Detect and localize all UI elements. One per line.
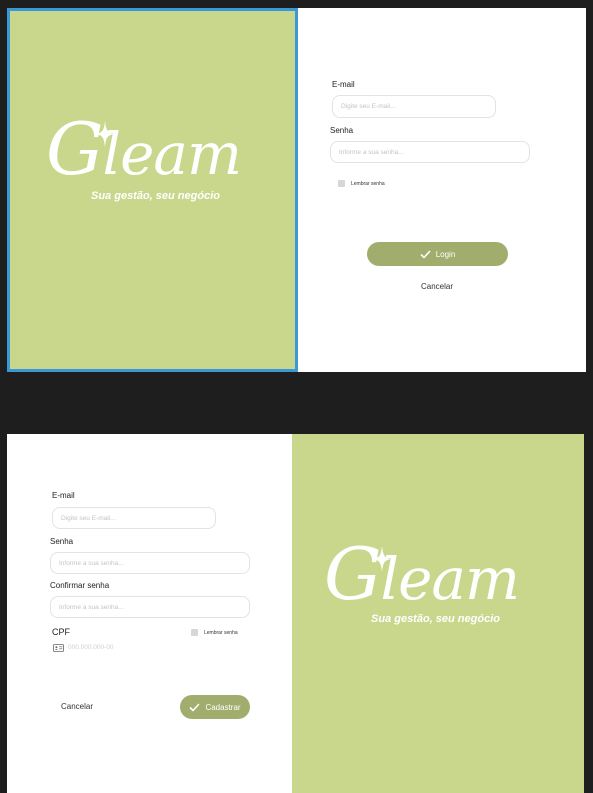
check-icon	[420, 249, 431, 259]
confirm-password-input[interactable]	[50, 596, 250, 618]
register-button[interactable]: Cadastrar	[180, 695, 250, 719]
check-icon	[189, 702, 201, 712]
remember-checkbox[interactable]	[338, 180, 345, 187]
register-frame: E-mail Senha Confirmar senha CPF Lembrar…	[7, 434, 584, 793]
email-input[interactable]	[52, 507, 216, 529]
email-input[interactable]	[332, 95, 496, 118]
email-label: E-mail	[52, 491, 75, 500]
sparkle-icon	[372, 546, 392, 572]
cpf-input[interactable]: 000.000.000-00	[68, 644, 114, 651]
sparkle-icon	[95, 121, 115, 147]
logo-initial: G	[324, 532, 382, 616]
email-label: E-mail	[332, 80, 355, 89]
login-frame: Gleam Sua gestão, seu negócio E-mail Sen…	[7, 8, 586, 372]
gleam-logo: Gleam	[46, 107, 242, 191]
cpf-label: CPF	[52, 627, 70, 637]
register-button-label: Cadastrar	[205, 702, 241, 712]
brand-panel: Gleam Sua gestão, seu negócio	[7, 8, 298, 372]
password-label: Senha	[50, 537, 74, 546]
cancel-button[interactable]: Cancelar	[61, 702, 93, 711]
remember-checkbox[interactable]	[191, 629, 198, 636]
password-input[interactable]	[330, 141, 530, 163]
login-button-label: Login	[435, 249, 456, 259]
gleam-logo: Gleam	[324, 532, 520, 616]
brand-tagline: Sua gestão, seu negócio	[91, 190, 220, 202]
password-input[interactable]	[50, 552, 250, 574]
remember-label: Lembrar senha	[351, 181, 385, 187]
id-card-icon	[53, 644, 64, 652]
remember-label: Lembrar senha	[204, 630, 238, 636]
brand-panel: Gleam Sua gestão, seu negócio	[292, 434, 584, 793]
logo-initial: G	[46, 107, 104, 191]
login-button[interactable]: Login	[367, 242, 508, 266]
cancel-button[interactable]: Cancelar	[421, 282, 453, 291]
brand-tagline: Sua gestão, seu negócio	[371, 613, 500, 625]
password-label: Senha	[330, 126, 354, 135]
confirm-password-label: Confirmar senha	[50, 581, 110, 590]
